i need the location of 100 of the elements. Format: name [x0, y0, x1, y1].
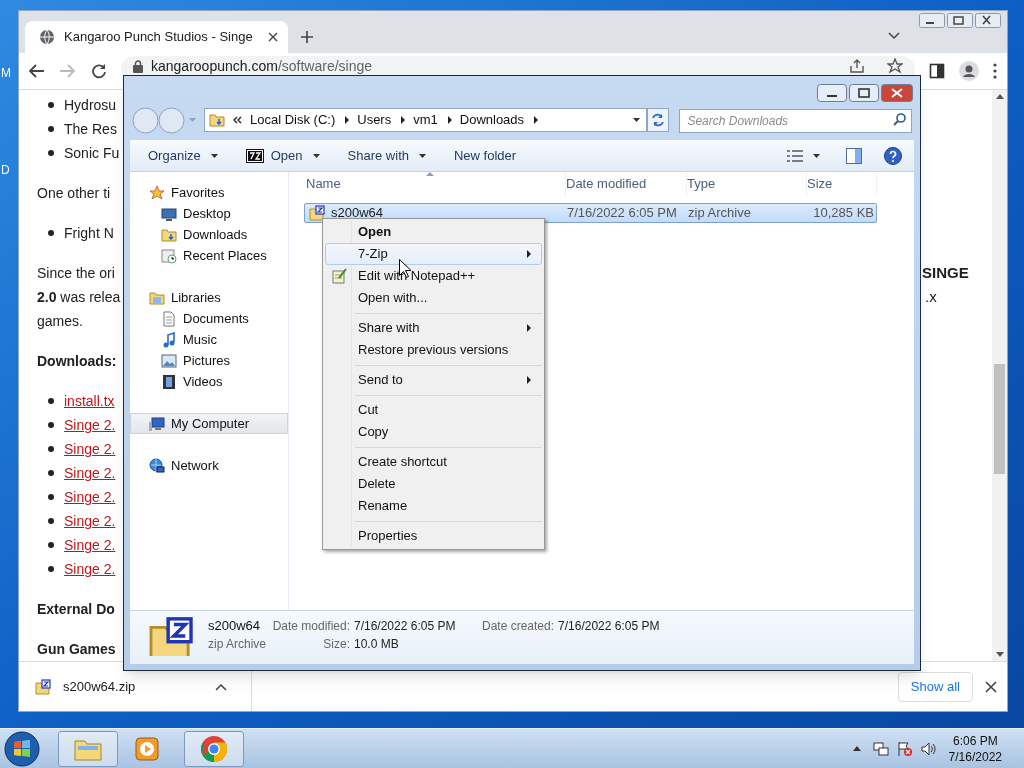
file-size: 10,285 KB — [812, 204, 874, 223]
chevron-down-icon[interactable] — [888, 32, 900, 40]
clock[interactable]: 6:06 PM 7/16/2022 — [948, 732, 1002, 765]
network-icon[interactable] — [872, 740, 889, 757]
chevron-right-icon[interactable] — [534, 116, 539, 124]
search-icon[interactable] — [893, 113, 906, 126]
address-bar[interactable]: kangaroopunch.com/software/singe — [121, 56, 915, 76]
link[interactable]: Singe 2. — [64, 437, 116, 461]
chevron-right-icon[interactable] — [345, 116, 350, 124]
scrollbar[interactable] — [992, 90, 1007, 661]
dropdown-icon[interactable] — [633, 118, 641, 122]
show-hidden-icons[interactable] — [852, 746, 861, 751]
link[interactable]: Singe 2. — [64, 509, 116, 533]
maximize-button[interactable] — [947, 13, 973, 28]
menu-item[interactable]: Delete — [325, 473, 542, 495]
menu-item[interactable]: Open with... — [325, 287, 542, 309]
reload-icon[interactable] — [91, 63, 107, 79]
navigation-item[interactable]: Network — [130, 455, 288, 476]
menu-item[interactable]: Create shortcut — [325, 451, 542, 473]
column-header[interactable]: Type — [687, 172, 807, 196]
new-tab-icon[interactable] — [299, 30, 314, 44]
toolbar-button[interactable]: Share with — [341, 143, 432, 168]
navigation-item[interactable]: Videos — [130, 371, 288, 392]
star-icon — [149, 184, 165, 201]
menu-item[interactable]: Cut — [325, 399, 542, 421]
star-outline-icon[interactable] — [887, 58, 903, 74]
desktop-icon-label[interactable]: D — [1, 161, 10, 179]
taskbar-button[interactable] — [184, 730, 244, 767]
chevron-right-icon[interactable] — [447, 116, 452, 124]
search-field[interactable]: Search Downloads — [679, 109, 912, 133]
link[interactable]: Singe 2. — [64, 485, 116, 509]
scroll-down-icon[interactable] — [996, 652, 1004, 657]
link[interactable]: install.tx — [64, 389, 115, 413]
scrollbar-thumb[interactable] — [994, 364, 1005, 474]
breadcrumb-bar[interactable]: Local Disk (C:) Users vm1 Downloads — [204, 108, 648, 132]
menu-item[interactable]: 7-Zip — [325, 243, 542, 265]
menu-item[interactable]: Copy — [325, 421, 542, 443]
menu-item[interactable]: Send to — [325, 369, 542, 391]
breadcrumb-item[interactable]: Local Disk (C:) — [250, 110, 336, 130]
file-row[interactable]: s200w64 7/16/2022 6:05 PM zip Archive 10,285 KB — [304, 203, 877, 223]
refresh-button[interactable] — [647, 108, 670, 132]
preview-pane-icon[interactable] — [846, 147, 862, 164]
speaker-icon[interactable] — [920, 740, 937, 757]
desktop-icon-label[interactable]: M — [1, 64, 11, 82]
minimize-button[interactable] — [817, 84, 847, 102]
menu-item[interactable]: Share with — [325, 317, 542, 339]
navigation-item[interactable]: Downloads — [130, 224, 288, 245]
file-name: s200w64 — [208, 617, 262, 635]
maximize-button[interactable] — [849, 84, 879, 102]
link[interactable]: Singe 2. — [64, 461, 116, 485]
breadcrumb-item[interactable]: Users — [357, 110, 392, 130]
minimize-button[interactable] — [919, 13, 945, 28]
navigation-item[interactable]: Recent Places — [130, 245, 288, 266]
menu-item[interactable]: Rename — [325, 495, 542, 517]
column-header[interactable]: Size — [807, 172, 877, 196]
link[interactable]: Singe 2. — [64, 557, 116, 581]
close-button[interactable] — [881, 84, 913, 102]
share-icon[interactable] — [849, 58, 865, 74]
navigation-item[interactable]: Desktop — [130, 203, 288, 224]
double-chevron-icon[interactable] — [233, 116, 242, 124]
browser-tab[interactable]: Kangaroo Punch Studios - Singe — [25, 21, 288, 53]
sort-arrow-icon[interactable] — [426, 172, 434, 176]
navigation-item[interactable]: Documents — [130, 308, 288, 329]
file-type: zip Archive — [688, 204, 752, 223]
flag-icon[interactable] — [896, 740, 913, 757]
back-icon[interactable] — [27, 63, 45, 79]
chevron-up-icon[interactable] — [215, 682, 227, 691]
navigation-item[interactable]: My Computer — [130, 413, 288, 434]
close-button[interactable] — [975, 13, 1001, 28]
navigation-item[interactable]: Pictures — [130, 350, 288, 371]
toolbar-button[interactable]: Organize — [142, 143, 224, 168]
document-icon — [161, 310, 177, 327]
breadcrumb-item[interactable]: vm1 — [413, 110, 438, 130]
menu-icon[interactable] — [993, 63, 997, 79]
menu-item[interactable]: Properties — [325, 525, 542, 547]
side-panel-icon[interactable] — [929, 63, 945, 79]
link[interactable]: Singe 2. — [64, 413, 116, 437]
menu-item[interactable]: Restore previous versions — [325, 339, 542, 361]
link[interactable]: Singe 2. — [64, 533, 116, 557]
profile-icon[interactable] — [959, 61, 979, 81]
toolbar-button[interactable]: New folder — [448, 143, 523, 168]
paragraph: Since the ori 2.0 was relea games. — [37, 264, 121, 331]
start-button[interactable] — [3, 729, 41, 768]
help-icon[interactable] — [884, 146, 902, 165]
menu-item[interactable]: Open — [325, 221, 542, 243]
toolbar-button[interactable]: Open — [239, 143, 326, 168]
download-item[interactable]: s200w64.zip — [35, 673, 245, 700]
scroll-up-icon[interactable] — [996, 94, 1004, 99]
caret-icon[interactable] — [813, 153, 820, 158]
lock-icon — [133, 59, 143, 73]
close-icon[interactable] — [985, 680, 997, 693]
navigation-item[interactable]: Libraries — [130, 287, 288, 308]
breadcrumb-item[interactable]: Downloads — [459, 110, 525, 130]
column-header[interactable]: Date modified — [566, 172, 687, 196]
chevron-right-icon[interactable] — [401, 116, 406, 124]
navigation-item[interactable]: Music — [130, 329, 288, 350]
paragraph: .x — [925, 287, 937, 307]
view-options-icon[interactable] — [787, 149, 803, 162]
close-icon[interactable] — [267, 32, 278, 42]
navigation-item[interactable]: Favorites — [130, 182, 288, 203]
